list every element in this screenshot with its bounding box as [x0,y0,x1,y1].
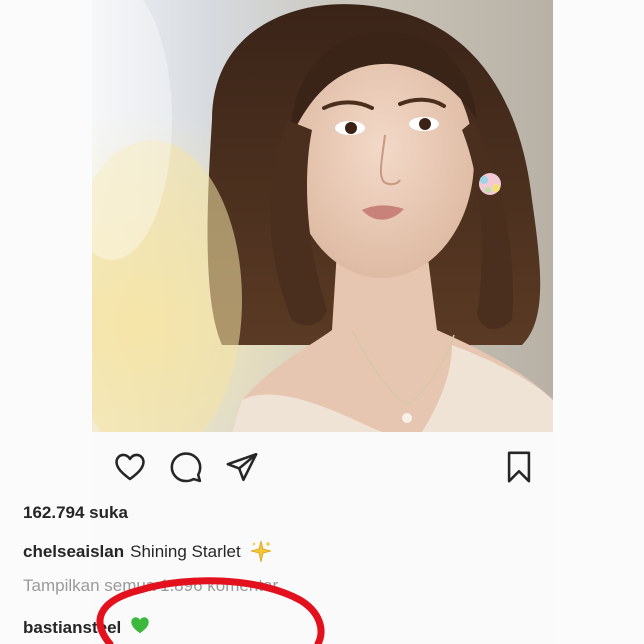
caption-text: Shining Starlet [130,542,241,561]
caption-username[interactable]: chelseaislan [23,542,124,562]
sparkle-star-icon [249,540,273,564]
paper-plane-icon [226,452,258,482]
comment-row: bastiansteel [23,614,151,641]
action-bar [92,432,553,504]
view-all-comments-link[interactable]: Tampilkan semua 1.896 komentar [23,576,278,596]
bookmark-icon [507,451,531,483]
likes-count[interactable]: 162.794 suka [23,503,128,523]
portrait-photo-illustration [92,0,553,432]
post-photo[interactable] [92,0,553,432]
comment-button[interactable] [167,448,205,486]
comment-bubble-icon [170,452,202,483]
comment-username[interactable]: bastiansteel [23,618,121,638]
like-button[interactable] [111,448,149,486]
share-button[interactable] [223,448,261,486]
right-margin [553,0,644,644]
save-button[interactable] [500,448,538,486]
screenshot-frame: 162.794 suka chelseaislan Shining Starle… [0,0,644,644]
post-caption: chelseaislan Shining Starlet [23,540,273,564]
green-heart-icon [129,614,151,641]
heart-icon [115,453,145,481]
